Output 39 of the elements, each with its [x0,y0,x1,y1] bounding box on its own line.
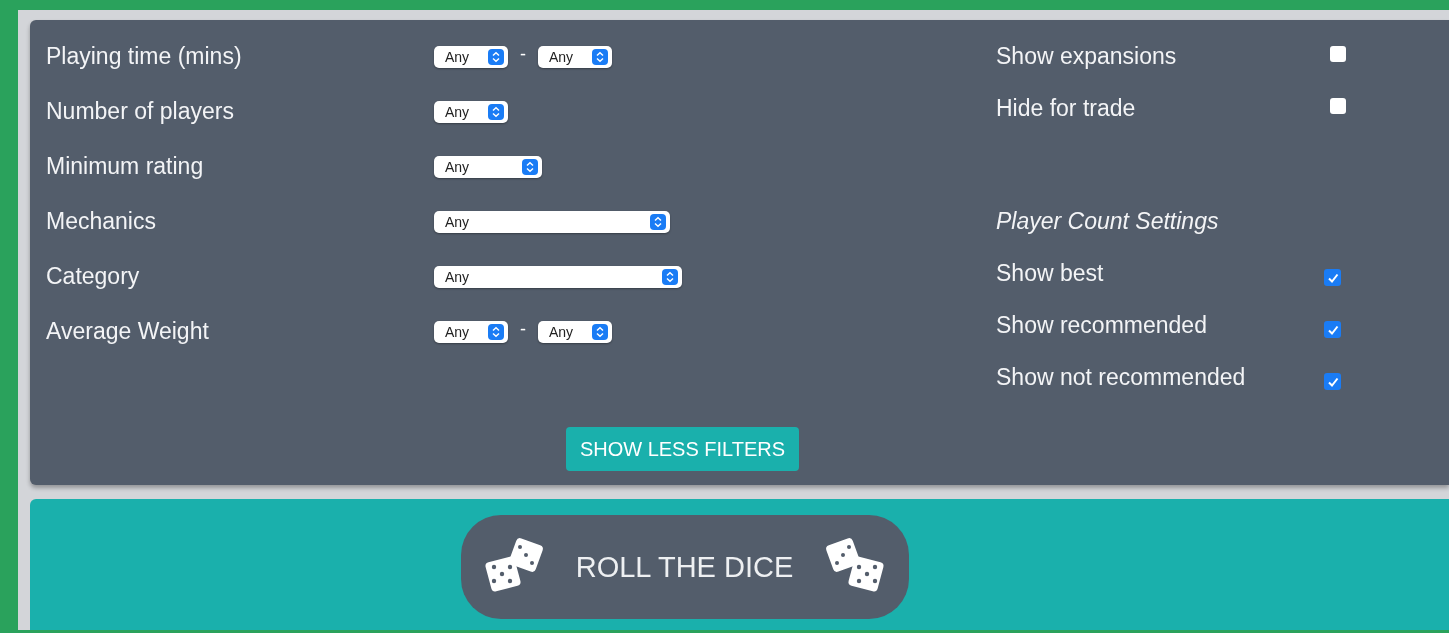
option-label: Show recommended [996,311,1208,340]
roll-dice-button[interactable]: ROLL THE DICE [460,515,909,619]
stepper-icon [488,49,504,65]
select-field[interactable]: Any [434,321,508,343]
filter-label: Minimum rating [46,152,205,181]
checkbox[interactable] [1330,46,1346,62]
range-separator: - [520,318,526,340]
stepper-icon [488,104,504,120]
option-label: Show best [996,259,1105,288]
select-field[interactable]: Any [434,101,508,123]
stepper-icon [592,49,608,65]
select-field[interactable]: Any [434,266,682,288]
range-separator: - [520,43,526,65]
stepper-icon [662,269,678,285]
checkbox[interactable] [1324,373,1341,390]
checkbox[interactable] [1324,321,1341,338]
select-field[interactable]: Any [434,156,542,178]
stepper-icon [522,159,538,175]
checkmark-icon [1326,271,1339,284]
select-field[interactable]: Any [538,46,612,68]
checkbox[interactable] [1324,269,1341,286]
select-field[interactable]: Any [538,321,612,343]
checkbox[interactable] [1330,98,1346,114]
select-field[interactable]: Any [434,46,508,68]
stepper-icon [488,324,504,340]
filter-label: Number of players [46,97,235,126]
section-heading: Player Count Settings [996,207,1220,236]
option-label: Show not recommended [996,363,1247,392]
stepper-icon [650,214,666,230]
filter-label: Category [46,262,141,291]
filter-label: Mechanics [46,207,157,236]
checkmark-icon [1326,375,1339,388]
option-label: Show expansions [996,42,1178,71]
checkmark-icon [1326,323,1339,336]
filter-label: Playing time (mins) [46,42,243,71]
stepper-icon [592,324,608,340]
select-field[interactable]: Any [434,211,670,233]
option-label: Hide for trade [996,94,1137,123]
filter-label: Average Weight [46,317,210,346]
